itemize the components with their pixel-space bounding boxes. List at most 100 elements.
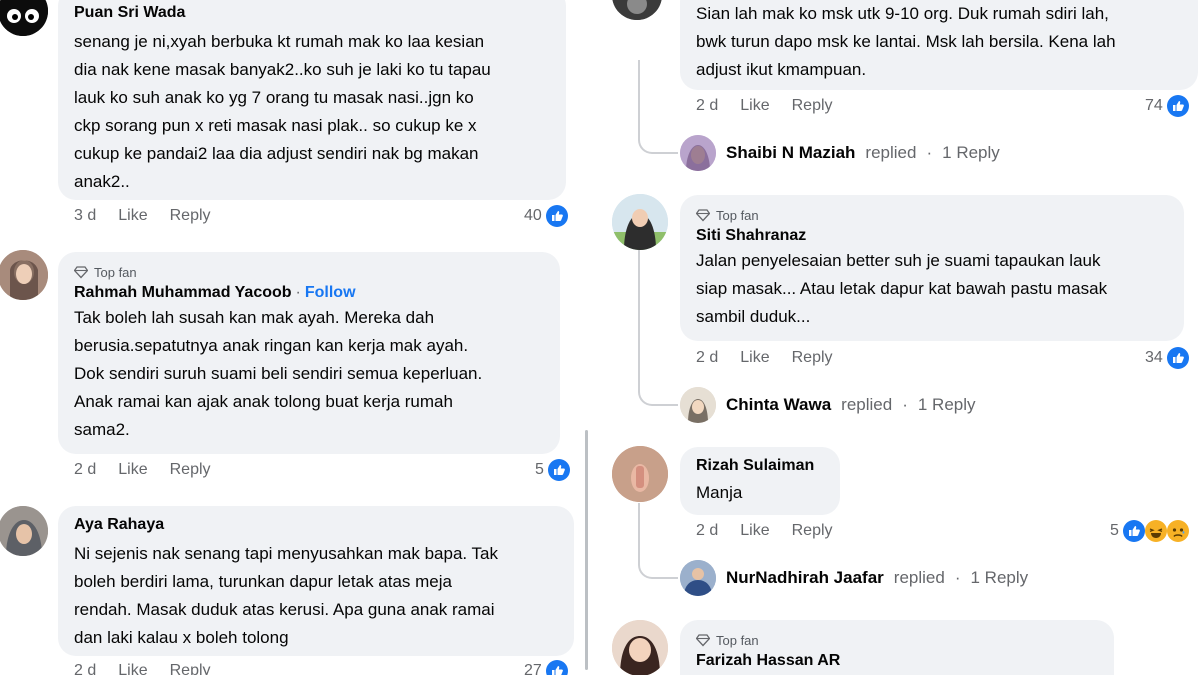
thread-line	[638, 503, 678, 579]
view-replies-link[interactable]: Shaibi N Maziah replied · 1 Reply	[680, 135, 1000, 171]
comment-actions: 2 d Like Reply	[696, 97, 833, 115]
comment-bubble: Aya Rahaya Ni sejenis nak senang tapi me…	[58, 506, 574, 656]
comments-column-left: Puan Sri Wada senang je ni,xyah berbuka …	[0, 0, 600, 675]
comment-author[interactable]: Rizah Sulaiman	[696, 455, 824, 477]
replier-name[interactable]: Chinta Wawa	[726, 395, 831, 415]
like-button[interactable]: Like	[118, 662, 147, 675]
avatar[interactable]	[612, 446, 668, 502]
avatar-image	[680, 135, 716, 171]
reply-button[interactable]: Reply	[170, 662, 211, 675]
reaction-summary[interactable]: 27	[524, 660, 568, 675]
reaction-count: 74	[1145, 97, 1163, 114]
like-button[interactable]: Like	[118, 461, 147, 479]
like-button[interactable]: Like	[118, 207, 147, 225]
reaction-summary[interactable]: 40	[524, 205, 568, 227]
comment-actions: 2 d Like Reply	[696, 349, 833, 367]
comment-timestamp[interactable]: 2 d	[696, 97, 718, 115]
comment-author[interactable]: Aya Rahaya	[74, 514, 558, 536]
comments-column-right: Sian lah mak ko msk utk 9-10 org. Duk ru…	[600, 0, 1200, 675]
like-reaction-icon	[547, 459, 570, 481]
thread-line	[638, 60, 678, 154]
reply-count[interactable]: 1 Reply	[942, 143, 1000, 163]
reaction-count: 40	[524, 207, 542, 224]
reply-button[interactable]: Reply	[792, 522, 833, 540]
comment-timestamp[interactable]: 2 d	[696, 522, 718, 540]
like-reaction-icon	[1166, 347, 1189, 369]
reply-button[interactable]: Reply	[792, 97, 833, 115]
top-fan-badge: Top fan	[696, 205, 1168, 225]
like-button[interactable]: Like	[740, 349, 769, 367]
comment-bubble: Top fan Siti Shahranaz Jalan penyelesaia…	[680, 195, 1184, 341]
avatar-image	[0, 0, 48, 36]
comment-text: Tak boleh lah susah kan mak ayah. Mereka…	[74, 308, 483, 439]
like-reaction-icon	[545, 660, 568, 675]
reaction-count: 5	[1110, 522, 1119, 539]
reaction-count: 5	[535, 461, 544, 478]
scrollbar[interactable]	[585, 430, 588, 670]
avatar-image	[0, 506, 48, 556]
comment-text: Sian lah mak ko msk utk 9-10 org. Duk ru…	[696, 4, 1116, 79]
comment-timestamp[interactable]: 2 d	[74, 461, 96, 479]
avatar[interactable]	[0, 506, 48, 556]
comment-author[interactable]: Rahmah Muhammad Yacoob	[74, 284, 292, 301]
reaction-summary[interactable]: 5	[1110, 520, 1189, 542]
comment-bubble: Top fan Rahmah Muhammad Yacoob · Follow Ta…	[58, 252, 560, 454]
comment-actions: 2 d Like Reply	[74, 662, 211, 675]
diamond-icon	[696, 634, 710, 647]
comment-bubble: Top fan Farizah Hassan AR	[680, 620, 1114, 675]
reply-button[interactable]: Reply	[792, 349, 833, 367]
follow-button[interactable]: Follow	[305, 284, 356, 301]
avatar-image	[0, 250, 48, 300]
avatar-image	[680, 387, 716, 423]
diamond-icon	[74, 266, 88, 279]
reply-button[interactable]: Reply	[170, 207, 211, 225]
avatar[interactable]	[612, 620, 668, 675]
avatar-image	[612, 194, 668, 250]
haha-reaction-icon	[1144, 520, 1167, 542]
avatar-image	[680, 560, 716, 596]
reply-button[interactable]: Reply	[170, 461, 211, 479]
comment-actions: 2 d Like Reply	[696, 522, 833, 540]
view-replies-link[interactable]: Chinta Wawa replied · 1 Reply	[680, 387, 976, 423]
reaction-summary[interactable]: 5	[535, 459, 570, 481]
like-button[interactable]: Like	[740, 522, 769, 540]
comment-bubble: Puan Sri Wada senang je ni,xyah berbuka …	[58, 0, 566, 200]
replier-avatar	[680, 135, 716, 171]
reply-count[interactable]: 1 Reply	[971, 568, 1029, 588]
like-reaction-icon	[545, 205, 568, 227]
avatar-image	[612, 0, 662, 20]
view-replies-link[interactable]: NurNadhirah Jaafar replied · 1 Reply	[680, 560, 1028, 596]
comment-text: Manja	[696, 483, 743, 502]
reaction-count: 27	[524, 662, 542, 675]
top-fan-badge: Top fan	[696, 630, 1098, 650]
replier-avatar	[680, 560, 716, 596]
avatar-image	[612, 620, 668, 675]
comment-bubble: Rizah Sulaiman Manja	[680, 447, 840, 515]
comment-timestamp[interactable]: 2 d	[74, 662, 96, 675]
comment-text: senang je ni,xyah berbuka kt rumah mak k…	[74, 32, 491, 191]
reaction-summary[interactable]: 34	[1145, 347, 1189, 369]
like-button[interactable]: Like	[740, 97, 769, 115]
reply-count[interactable]: 1 Reply	[918, 395, 976, 415]
comment-actions: 2 d Like Reply	[74, 461, 211, 479]
comment-author[interactable]: Siti Shahranaz	[696, 225, 1168, 247]
avatar[interactable]	[0, 250, 48, 300]
comment-bubble: Sian lah mak ko msk utk 9-10 org. Duk ru…	[680, 0, 1198, 90]
replier-name[interactable]: Shaibi N Maziah	[726, 143, 855, 163]
thread-line	[638, 250, 678, 406]
comment-timestamp[interactable]: 3 d	[74, 207, 96, 225]
avatar-image	[612, 446, 668, 502]
comment-timestamp[interactable]: 2 d	[696, 349, 718, 367]
like-reaction-icon	[1122, 520, 1145, 542]
diamond-icon	[696, 209, 710, 222]
avatar[interactable]	[0, 0, 48, 36]
replier-name[interactable]: NurNadhirah Jaafar	[726, 568, 884, 588]
avatar[interactable]	[612, 0, 662, 20]
reaction-summary[interactable]: 74	[1145, 95, 1189, 117]
comment-author[interactable]: Farizah Hassan AR	[696, 650, 1098, 672]
avatar[interactable]	[612, 194, 668, 250]
top-fan-badge: Top fan	[74, 262, 544, 282]
comment-author-line: Rahmah Muhammad Yacoob · Follow	[74, 284, 356, 301]
comment-author[interactable]: Puan Sri Wada	[74, 2, 550, 24]
comment-text: Jalan penyelesaian better suh je suami t…	[696, 251, 1108, 326]
